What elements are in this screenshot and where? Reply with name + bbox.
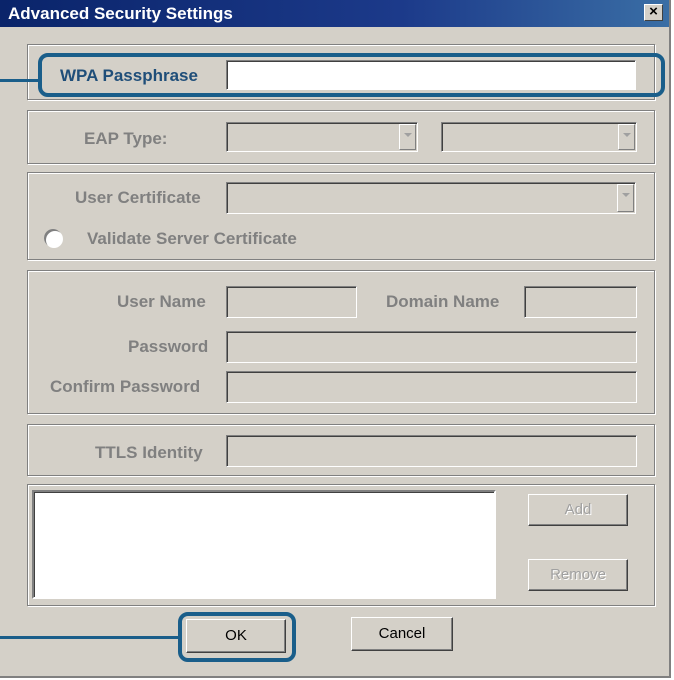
title-bar[interactable]: Advanced Security Settings × [0,0,669,27]
close-icon: × [649,3,658,20]
user-certificate-label: User Certificate [75,188,201,207]
confirm-password-label: Confirm Password [50,377,201,396]
add-button-label: Add [564,501,592,518]
password-label: Password [128,337,209,356]
ok-button-label: OK [225,627,247,644]
remove-button-label: Remove [550,566,606,583]
chevron-down-icon[interactable] [399,124,416,150]
ttls-identity-input[interactable] [226,435,637,467]
wpa-passphrase-label: WPA Passphrase [60,66,198,85]
chevron-down-icon[interactable] [618,124,635,150]
validate-server-certificate-radio[interactable] [44,229,62,247]
confirm-password-text[interactable] [227,372,636,402]
add-button[interactable]: Add [528,494,628,526]
domain-name-input[interactable] [524,286,637,318]
wpa-passphrase-text[interactable] [227,61,635,89]
user-name-text[interactable] [227,287,356,317]
close-button[interactable]: × [644,4,663,21]
password-text[interactable] [227,332,636,362]
chevron-down-icon[interactable] [617,184,634,212]
window-title: Advanced Security Settings [8,4,233,23]
certificate-list[interactable] [32,490,496,599]
wpa-passphrase-input[interactable] [226,60,636,90]
user-name-label: User Name [117,292,206,311]
user-name-input[interactable] [226,286,357,318]
advanced-security-settings-dialog: Advanced Security Settings × WPA Passphr… [0,0,671,678]
eap-type-select[interactable] [226,122,418,152]
ok-callout-line [0,636,180,639]
passphrase-callout-line [0,79,40,82]
password-input[interactable] [226,331,637,363]
ok-button[interactable]: OK [186,619,286,653]
user-certificate-select[interactable] [226,182,636,214]
eap-subtype-select[interactable] [441,122,637,152]
ttls-identity-text[interactable] [227,436,636,466]
confirm-password-input[interactable] [226,371,637,403]
validate-server-certificate-label: Validate Server Certificate [87,229,297,248]
domain-name-text[interactable] [525,287,636,317]
eap-type-label: EAP Type: [84,129,168,148]
cancel-button-label: Cancel [378,625,426,642]
ttls-identity-label: TTLS Identity [95,443,203,462]
domain-name-label: Domain Name [386,292,500,311]
cancel-button[interactable]: Cancel [351,617,453,651]
remove-button[interactable]: Remove [528,559,628,591]
